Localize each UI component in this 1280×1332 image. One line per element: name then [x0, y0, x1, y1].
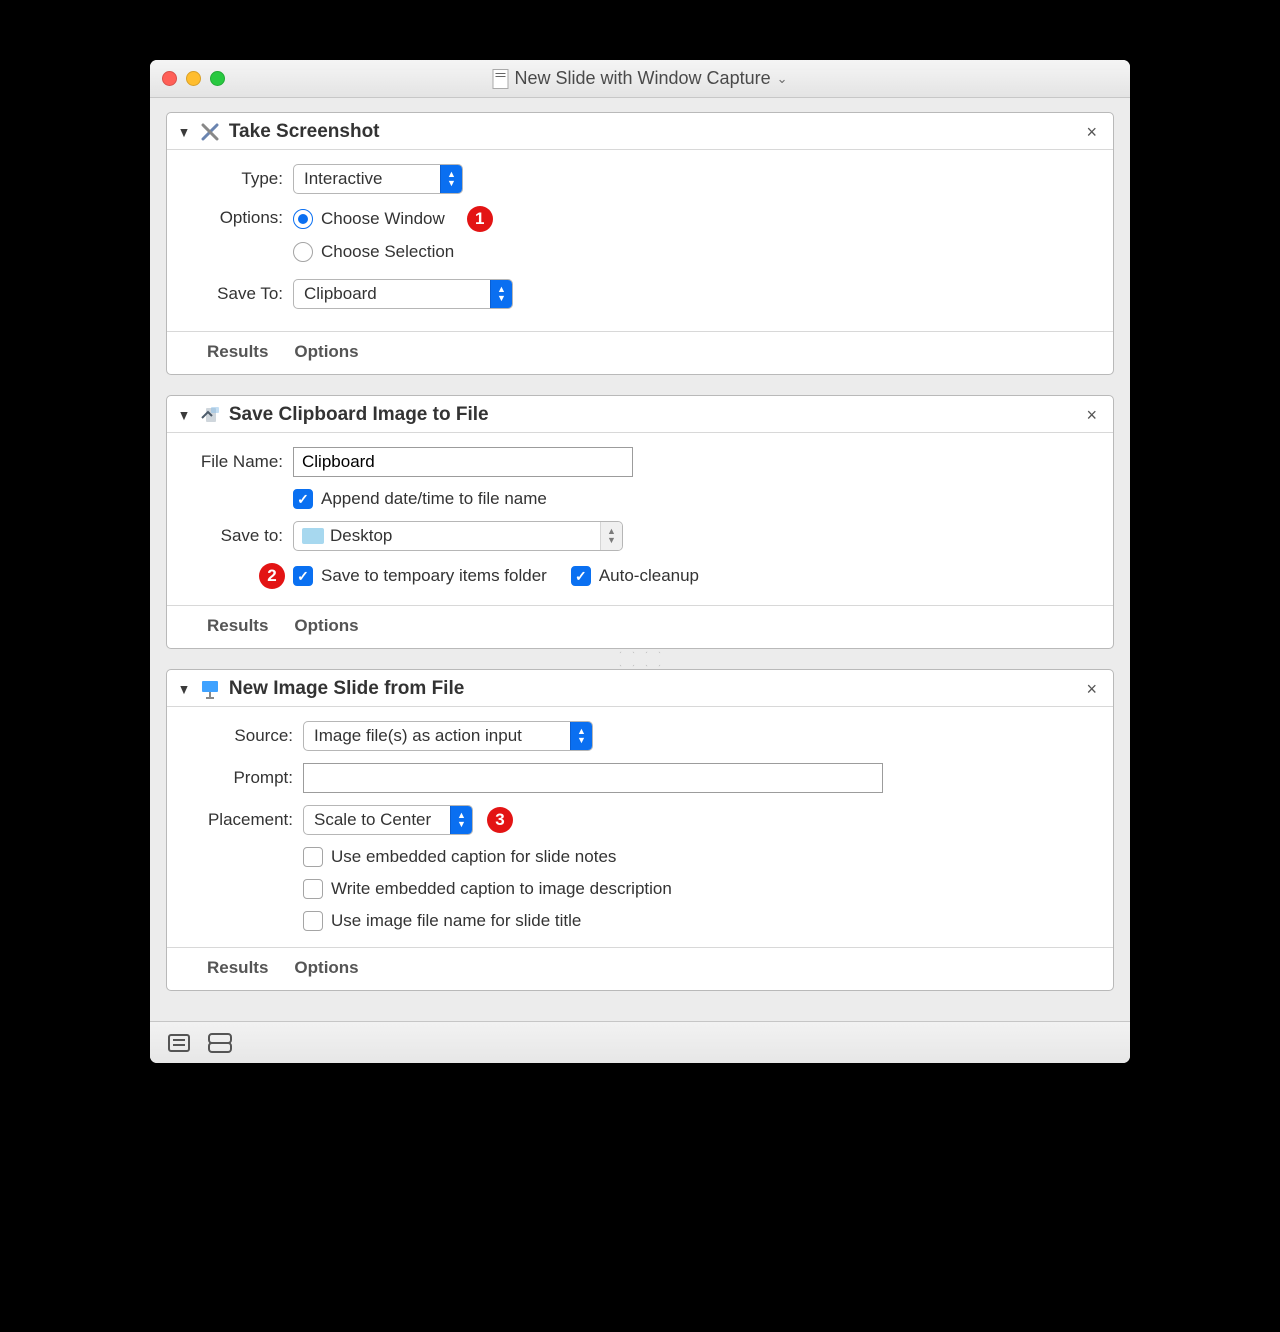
checkbox-label: Save to tempoary items folder	[321, 566, 547, 586]
radio-unselected-icon	[293, 242, 313, 262]
checkbox-unchecked-icon	[303, 879, 323, 899]
card-title: Save Clipboard Image to File	[229, 404, 489, 426]
source-label: Source:	[183, 726, 303, 746]
auto-cleanup-checkbox[interactable]: Auto-cleanup	[571, 566, 699, 586]
flow-view-icon[interactable]	[208, 1033, 232, 1053]
saveto-label: Save To:	[183, 284, 293, 304]
radio-choose-selection[interactable]: Choose Selection	[293, 242, 454, 262]
results-button[interactable]: Results	[207, 958, 268, 978]
stepper-icon: ▲▼	[440, 165, 462, 193]
disclosure-triangle-icon[interactable]: ▼	[178, 681, 190, 697]
caption-desc-checkbox[interactable]: Write embedded caption to image descript…	[303, 879, 672, 899]
checkbox-checked-icon	[293, 489, 313, 509]
save-temp-checkbox[interactable]: Save to tempoary items folder	[293, 566, 547, 586]
zoom-window-button[interactable]	[210, 71, 225, 86]
chevron-down-icon: ⌄	[777, 71, 788, 87]
results-button[interactable]: Results	[207, 616, 268, 636]
append-date-checkbox[interactable]: Append date/time to file name	[293, 489, 547, 509]
placement-value: Scale to Center	[304, 810, 450, 830]
document-icon	[492, 69, 508, 89]
checkbox-label: Write embedded caption to image descript…	[331, 879, 672, 899]
folder-icon	[302, 528, 324, 544]
card-header: ▼ New Image Slide from File ×	[167, 670, 1113, 707]
stepper-icon: ▲▼	[490, 280, 512, 308]
close-icon[interactable]: ×	[1082, 405, 1101, 426]
automator-window: New Slide with Window Capture ⌄ ▼ Take S…	[150, 60, 1130, 1063]
action-take-screenshot: ▼ Take Screenshot × Type: Interactive ▲▼…	[166, 112, 1114, 375]
saveto-folder-popup[interactable]: Desktop ▲▼	[293, 521, 623, 551]
titlebar: New Slide with Window Capture ⌄	[150, 60, 1130, 98]
filename-input[interactable]	[293, 447, 633, 477]
checkbox-label: Use embedded caption for slide notes	[331, 847, 616, 867]
checkbox-unchecked-icon	[303, 911, 323, 931]
card-footer: Results Options	[167, 605, 1113, 648]
disclosure-triangle-icon[interactable]: ▼	[178, 124, 190, 140]
radio-label: Choose Window	[321, 209, 445, 229]
action-save-clipboard: ▼ Save Clipboard Image to File × File Na…	[166, 395, 1114, 649]
close-window-button[interactable]	[162, 71, 177, 86]
source-value: Image file(s) as action input	[304, 726, 570, 746]
options-button[interactable]: Options	[294, 958, 358, 978]
card-title: Take Screenshot	[229, 121, 380, 143]
checkbox-unchecked-icon	[303, 847, 323, 867]
close-icon[interactable]: ×	[1082, 122, 1101, 143]
placement-popup[interactable]: Scale to Center ▲▼	[303, 805, 473, 835]
close-icon[interactable]: ×	[1082, 679, 1101, 700]
saveto-label: Save to:	[183, 526, 293, 546]
annotation-badge-2: 2	[259, 563, 285, 589]
annotation-badge-1: 1	[467, 206, 493, 232]
filename-title-checkbox[interactable]: Use image file name for slide title	[303, 911, 581, 931]
card-footer: Results Options	[167, 947, 1113, 990]
stepper-icon: ▲▼	[600, 522, 622, 550]
radio-label: Choose Selection	[321, 242, 454, 262]
options-button[interactable]: Options	[294, 616, 358, 636]
source-popup[interactable]: Image file(s) as action input ▲▼	[303, 721, 593, 751]
checkbox-checked-icon	[571, 566, 591, 586]
card-footer: Results Options	[167, 331, 1113, 374]
checkbox-checked-icon	[293, 566, 313, 586]
stepper-icon: ▲▼	[570, 722, 592, 750]
options-button[interactable]: Options	[294, 342, 358, 362]
type-value: Interactive	[294, 169, 440, 189]
bottom-toolbar	[150, 1021, 1130, 1063]
window-title[interactable]: New Slide with Window Capture ⌄	[492, 68, 787, 89]
stepper-icon: ▲▼	[450, 806, 472, 834]
type-label: Type:	[183, 169, 293, 189]
action-new-image-slide: ▼ New Image Slide from File × Source: Im…	[166, 669, 1114, 991]
checkbox-label: Use image file name for slide title	[331, 911, 581, 931]
type-popup[interactable]: Interactive ▲▼	[293, 164, 463, 194]
saveto-popup[interactable]: Clipboard ▲▼	[293, 279, 513, 309]
traffic-lights	[162, 71, 225, 86]
annotation-badge-3: 3	[487, 807, 513, 833]
radio-selected-icon	[293, 209, 313, 229]
filename-label: File Name:	[183, 452, 293, 472]
prompt-label: Prompt:	[183, 768, 303, 788]
saveto-value: Desktop	[330, 526, 600, 546]
minimize-window-button[interactable]	[186, 71, 201, 86]
disclosure-triangle-icon[interactable]: ▼	[178, 407, 190, 423]
checkbox-label: Append date/time to file name	[321, 489, 547, 509]
results-button[interactable]: Results	[207, 342, 268, 362]
placement-label: Placement:	[183, 810, 303, 830]
workflow-body: ▼ Take Screenshot × Type: Interactive ▲▼…	[150, 98, 1130, 1021]
window-title-text: New Slide with Window Capture	[514, 68, 770, 89]
caption-notes-checkbox[interactable]: Use embedded caption for slide notes	[303, 847, 616, 867]
radio-choose-window[interactable]: Choose Window	[293, 209, 445, 229]
options-label: Options:	[183, 206, 293, 228]
list-view-icon[interactable]	[168, 1034, 190, 1052]
prompt-input[interactable]	[303, 763, 883, 793]
utilities-icon	[199, 121, 221, 143]
checkbox-label: Auto-cleanup	[599, 566, 699, 586]
keynote-icon	[199, 678, 221, 700]
card-header: ▼ Take Screenshot ×	[167, 113, 1113, 150]
saveto-value: Clipboard	[294, 284, 490, 304]
clipboard-icon	[199, 404, 221, 426]
card-title: New Image Slide from File	[229, 678, 464, 700]
card-header: ▼ Save Clipboard Image to File ×	[167, 396, 1113, 433]
